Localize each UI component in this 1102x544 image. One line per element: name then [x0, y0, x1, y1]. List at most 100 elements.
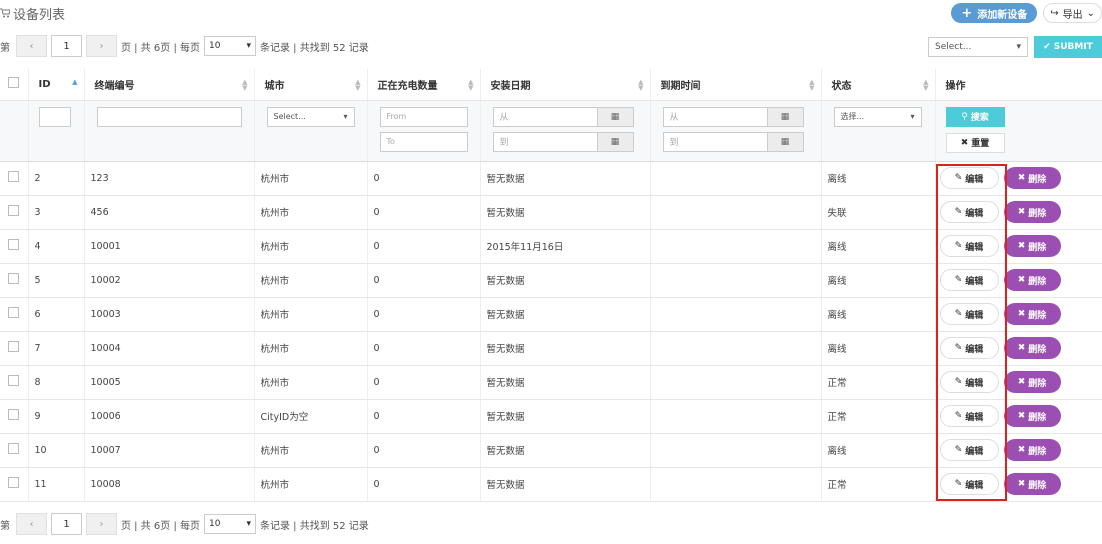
row-checkbox[interactable]: [8, 239, 20, 250]
row-checkbox[interactable]: [8, 341, 20, 352]
cell-install: 暂无数据: [480, 263, 651, 298]
cell-charging: 0: [367, 433, 481, 468]
edit-button[interactable]: ✎ 编辑: [939, 303, 999, 325]
prev-page-button[interactable]: ‹: [16, 513, 47, 535]
delete-label: 删除: [1028, 412, 1047, 423]
terminal-filter-input[interactable]: [96, 106, 242, 127]
row-checkbox[interactable]: [8, 307, 20, 318]
col-status[interactable]: 状态 ▲ ▼: [821, 69, 936, 101]
cell-expire: [650, 263, 822, 298]
col-expire[interactable]: 到期时间 ▲ ▼: [650, 69, 822, 101]
row-actions: ✎ 编辑 ✖ 删除: [939, 167, 1102, 189]
install-to-input[interactable]: 到: [492, 131, 598, 152]
expire-to-input[interactable]: 到: [662, 131, 768, 152]
row-checkbox[interactable]: [8, 443, 20, 454]
edit-button[interactable]: ✎ 编辑: [939, 201, 999, 223]
cell-id-text: 5: [34, 274, 41, 286]
search-button[interactable]: ⚲ 搜索: [945, 106, 1005, 127]
row-checkbox[interactable]: [8, 375, 20, 386]
filter-expire-cell: 从 ▦ 到 ▦: [650, 100, 822, 162]
row-checkbox[interactable]: [8, 171, 20, 182]
cell-status: 离线: [821, 433, 936, 468]
cell-id: 3: [28, 195, 85, 230]
col-charging[interactable]: 正在充电数量 ▲ ▼: [367, 69, 481, 101]
delete-label: 删除: [1028, 446, 1047, 457]
row-checkbox-cell: [0, 433, 29, 468]
row-actions: ✎ 编辑 ✖ 删除: [939, 473, 1102, 495]
delete-button[interactable]: ✖ 删除: [1003, 371, 1061, 393]
cell-actions: ✎ 编辑 ✖ 删除: [935, 331, 1102, 366]
delete-button[interactable]: ✖ 删除: [1003, 269, 1061, 291]
delete-button[interactable]: ✖ 删除: [1003, 235, 1061, 257]
cell-city: 杭州市: [254, 263, 368, 298]
edit-button[interactable]: ✎ 编辑: [939, 405, 999, 427]
cell-status: 离线: [821, 297, 936, 332]
pages-text: 页 | 共 6页 | 每页: [121, 42, 200, 54]
table-row: 11 10008 杭州市 0 暂无数据 正常 ✎ 编辑 ✖ 删除: [0, 467, 1102, 502]
per-page-select[interactable]: 10 ▾: [204, 36, 256, 56]
charging-from-input[interactable]: From: [379, 106, 468, 127]
calendar-icon[interactable]: ▦: [767, 131, 804, 152]
edit-button[interactable]: ✎ 编辑: [939, 235, 999, 257]
row-checkbox[interactable]: [8, 409, 20, 420]
edit-button[interactable]: ✎ 编辑: [939, 167, 999, 189]
city-filter-select[interactable]: Select... ▾: [266, 106, 355, 127]
calendar-icon[interactable]: ▦: [597, 131, 634, 152]
status-filter-select[interactable]: 选择... ▾: [833, 106, 922, 127]
delete-button[interactable]: ✖ 删除: [1003, 167, 1061, 189]
delete-button[interactable]: ✖ 删除: [1003, 201, 1061, 223]
col-id[interactable]: ID ▲: [28, 69, 85, 101]
row-checkbox[interactable]: [8, 273, 20, 284]
delete-button[interactable]: ✖ 删除: [1003, 303, 1061, 325]
add-device-button[interactable]: + 添加新设备: [951, 3, 1038, 23]
next-page-button[interactable]: ›: [86, 35, 117, 57]
col-terminal[interactable]: 终端编号 ▲ ▼: [84, 69, 255, 101]
expire-date-from[interactable]: 从 ▦: [662, 106, 804, 127]
row-actions: ✎ 编辑 ✖ 删除: [939, 303, 1102, 325]
col-install-date[interactable]: 安装日期 ▲ ▼: [480, 69, 651, 101]
reset-button[interactable]: ✖ 重置: [945, 132, 1005, 153]
pencil-icon: ✎: [954, 343, 963, 353]
delete-label: 删除: [1028, 344, 1047, 355]
edit-button[interactable]: ✎ 编辑: [939, 371, 999, 393]
city-filter-value: Select...: [273, 112, 306, 121]
cell-id-text: 9: [34, 410, 41, 422]
cell-install: 暂无数据: [480, 297, 651, 332]
sort-icon: ▲ ▼: [638, 78, 644, 92]
edit-button[interactable]: ✎ 编辑: [939, 473, 999, 495]
edit-button[interactable]: ✎ 编辑: [939, 337, 999, 359]
bulk-action-select[interactable]: Select... ▾: [928, 37, 1028, 57]
submit-button[interactable]: ✔ SUBMIT: [1034, 36, 1102, 58]
export-label: 导出: [1062, 9, 1083, 21]
prev-page-button[interactable]: ‹: [16, 35, 47, 57]
edit-button[interactable]: ✎ 编辑: [939, 269, 999, 291]
edit-button[interactable]: ✎ 编辑: [939, 439, 999, 461]
sort-icon: ▲ ▼: [468, 78, 474, 92]
id-filter-input[interactable]: [38, 106, 71, 127]
install-from-input[interactable]: 从: [492, 106, 598, 127]
install-date-from[interactable]: 从 ▦: [492, 106, 634, 127]
page-input[interactable]: 1: [51, 513, 82, 535]
caret-down-icon: ▾: [343, 112, 348, 121]
delete-button[interactable]: ✖ 删除: [1003, 337, 1061, 359]
export-button[interactable]: ↪ 导出 ⌄: [1043, 3, 1102, 23]
page-input[interactable]: 1: [51, 35, 82, 57]
charging-to-input[interactable]: To: [379, 131, 468, 152]
delete-button[interactable]: ✖ 删除: [1003, 473, 1061, 495]
calendar-icon[interactable]: ▦: [767, 106, 804, 127]
expire-date-to[interactable]: 到 ▦: [662, 131, 804, 152]
next-page-button[interactable]: ›: [86, 513, 117, 535]
row-checkbox[interactable]: [8, 205, 20, 216]
delete-button[interactable]: ✖ 删除: [1003, 439, 1061, 461]
cell-id-text: 4: [34, 240, 41, 252]
col-city[interactable]: 城市 ▲ ▼: [254, 69, 368, 101]
delete-button[interactable]: ✖ 删除: [1003, 405, 1061, 427]
per-page-select[interactable]: 10 ▾: [204, 514, 256, 534]
row-checkbox[interactable]: [8, 477, 20, 488]
cell-terminal: 10004: [84, 331, 255, 366]
select-all-checkbox[interactable]: [8, 77, 20, 89]
row-checkbox-cell: [0, 399, 29, 434]
expire-from-input[interactable]: 从: [662, 106, 768, 127]
calendar-icon[interactable]: ▦: [597, 106, 634, 127]
install-date-to[interactable]: 到 ▦: [492, 131, 634, 152]
